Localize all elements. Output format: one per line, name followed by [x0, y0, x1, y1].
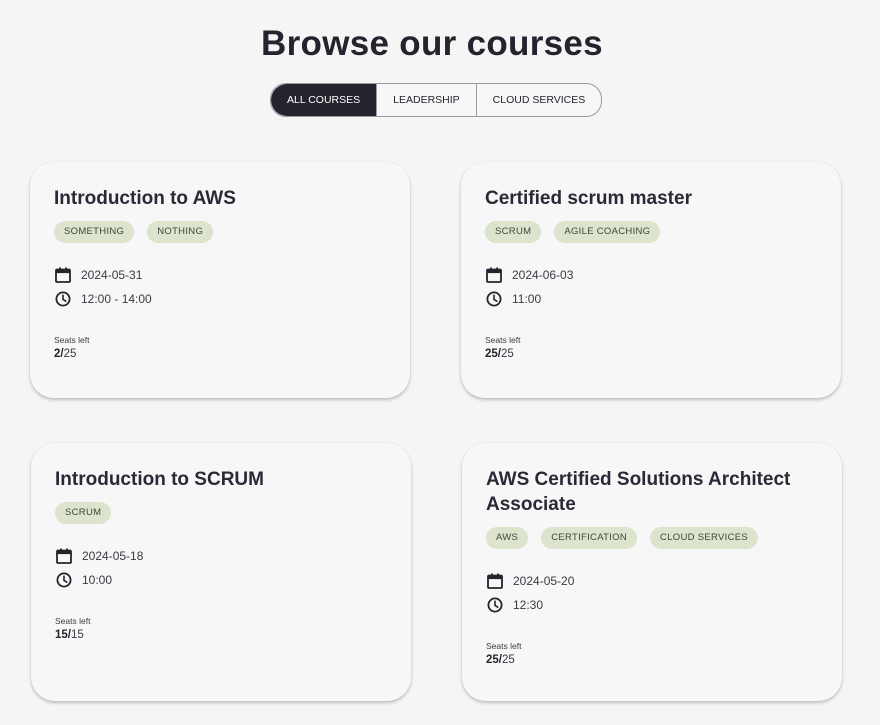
seats-left-label: Seats left	[485, 335, 521, 345]
course-date: 2024-05-31	[81, 268, 143, 282]
course-tag: CLOUD SERVICES	[650, 527, 759, 549]
filter-cloud-services[interactable]: CLOUD SERVICES	[475, 84, 602, 116]
seats-left-value: 25	[486, 654, 499, 666]
course-filter-group: ALL COURSES LEADERSHIP CLOUD SERVICES	[270, 83, 603, 117]
course-tag: SOMETHING	[54, 221, 135, 243]
seats-total-value: 25	[501, 348, 514, 360]
seats-left-label: Seats left	[54, 335, 90, 345]
clock-icon	[485, 290, 503, 308]
seats-count: 25/25	[485, 348, 841, 360]
course-tag: AWS	[486, 527, 529, 549]
course-card[interactable]: Introduction to SCRUM SCRUM 2024-05-18 1…	[31, 443, 411, 701]
seats-total-value: 25	[63, 348, 77, 360]
filter-leadership[interactable]: LEADERSHIP	[376, 84, 476, 116]
calendar-icon	[486, 572, 504, 590]
course-time: 12:00 - 14:00	[81, 292, 152, 306]
course-time: 10:00	[82, 573, 113, 587]
course-title: AWS Certified Solutions Architect Associ…	[486, 469, 791, 515]
course-time: 12:30	[513, 598, 544, 612]
page-title: Browse our courses	[261, 24, 603, 63]
course-title: Introduction to SCRUM	[55, 469, 264, 490]
seats-left-label: Seats left	[486, 641, 522, 651]
course-card[interactable]: Introduction to AWS SOMETHING NOTHING 20…	[30, 162, 410, 398]
clock-icon	[55, 571, 73, 589]
course-date: 2024-05-18	[82, 549, 144, 563]
calendar-icon	[55, 547, 73, 565]
seats-left-label: Seats left	[55, 616, 91, 626]
course-card[interactable]: Certified scrum master SCRUM AGILE COACH…	[461, 162, 841, 398]
course-tag: SCRUM	[55, 502, 112, 524]
seats-left-value: 25	[485, 348, 498, 360]
seats-total-value: 15	[71, 629, 84, 641]
seats-count: 15/15	[55, 629, 411, 641]
clock-icon	[486, 596, 504, 614]
course-time: 11:00	[512, 292, 542, 306]
course-tag: SCRUM	[485, 221, 542, 243]
clock-icon	[54, 290, 72, 308]
course-title: Certified scrum master	[485, 188, 692, 209]
course-title: Introduction to AWS	[54, 188, 236, 209]
course-date: 2024-05-20	[513, 574, 575, 588]
filter-all-courses[interactable]: ALL COURSES	[271, 84, 377, 116]
course-tag: CERTIFICATION	[541, 527, 638, 549]
course-tag: NOTHING	[147, 221, 214, 243]
course-date: 2024-06-03	[512, 268, 574, 282]
course-card[interactable]: AWS Certified Solutions Architect Associ…	[462, 443, 842, 701]
seats-count: 2/25	[54, 348, 410, 360]
calendar-icon	[54, 266, 72, 284]
course-tag: AGILE COACHING	[554, 221, 661, 243]
calendar-icon	[485, 266, 503, 284]
seats-left-value: 15	[55, 629, 68, 641]
seats-total-value: 25	[502, 654, 515, 666]
seats-count: 25/25	[486, 654, 842, 666]
